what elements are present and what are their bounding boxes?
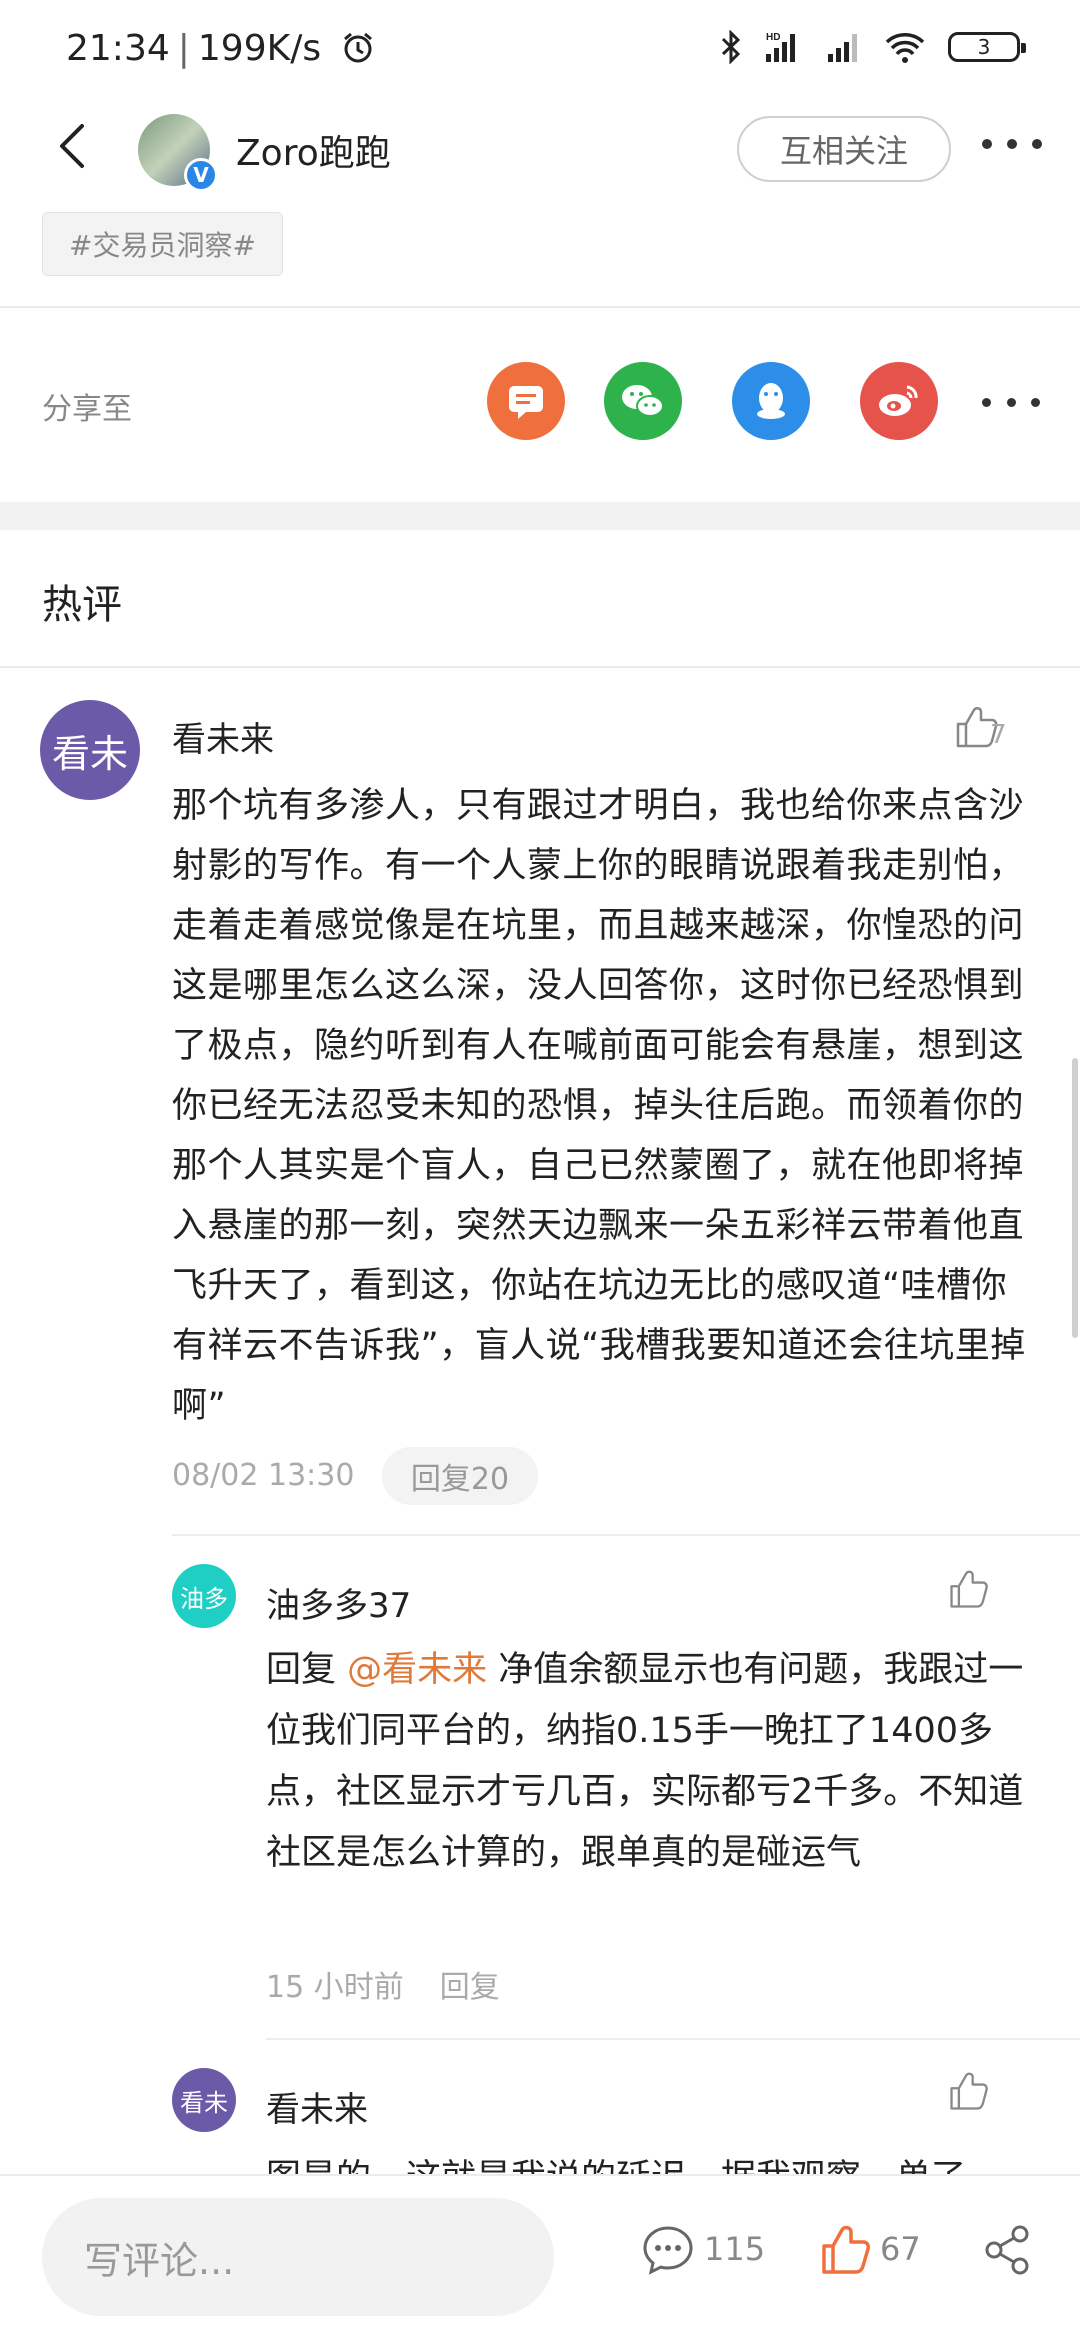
- commenter-avatar[interactable]: 看未: [40, 700, 140, 800]
- reply-meta: 15 小时前 回复: [266, 1962, 500, 2006]
- divider: [0, 306, 1080, 308]
- comment-count: 115: [704, 2230, 766, 2268]
- comment-input[interactable]: 写评论...: [42, 2198, 554, 2316]
- more-options-icon[interactable]: [982, 124, 1042, 164]
- status-time: 21:34: [66, 28, 170, 69]
- author-name[interactable]: Zoro跑跑: [236, 124, 391, 176]
- reply-author[interactable]: 看未来: [266, 2082, 368, 2131]
- reply-avatar[interactable]: 油多: [172, 1564, 236, 1628]
- battery-level: 3: [977, 35, 991, 59]
- reply-body-partial: 图是的，这就是我说的延迟，据我观察，单了: [266, 2148, 1036, 2174]
- commenter-name[interactable]: 看未来: [172, 712, 274, 761]
- like-icon[interactable]: [818, 2222, 874, 2278]
- wifi-icon: [885, 33, 925, 63]
- alarm-icon: [343, 32, 372, 63]
- share-label: 分享至: [42, 392, 132, 427]
- status-separator: |: [177, 28, 190, 69]
- thumbs-up-icon[interactable]: [946, 1566, 992, 1612]
- reply-prefix: 回复: [266, 1650, 348, 1690]
- share-wechat-icon[interactable]: [604, 362, 682, 440]
- status-net-speed: 199K/s: [197, 28, 322, 69]
- like-count: 67: [880, 2230, 921, 2268]
- mutual-follow-button[interactable]: 互相关注: [737, 116, 951, 182]
- back-arrow-icon[interactable]: [44, 116, 104, 176]
- divider: [266, 2038, 1080, 2040]
- scrollbar[interactable]: [1072, 1058, 1078, 1338]
- verified-badge-icon: V: [184, 158, 218, 192]
- comment-like-count: 7: [990, 720, 1007, 750]
- bottom-action-bar: 写评论... 115 67: [0, 2174, 1080, 2340]
- comment-time: 08/02 13:30: [172, 1458, 355, 1493]
- status-bar-left: 21:34 | 199K/s: [66, 28, 375, 69]
- thumbs-up-icon[interactable]: [946, 2068, 992, 2114]
- status-bar-right: HD 3: [720, 30, 1026, 64]
- status-bar: 21:34 | 199K/s HD 3: [0, 0, 1080, 100]
- battery-indicator: 3: [948, 32, 1026, 62]
- hot-comments-title: 热评: [42, 582, 122, 628]
- comment-icon[interactable]: [640, 2222, 696, 2278]
- reply-body: 回复 @看未来 净值余额显示也有问题，我跟过一位我们同平台的，纳指0.15手一晚…: [266, 1640, 1036, 1884]
- reply-author[interactable]: 油多多37: [266, 1578, 411, 1627]
- mention-link[interactable]: @看未来: [347, 1650, 487, 1690]
- share-icon[interactable]: [980, 2222, 1036, 2278]
- svg-text:HD: HD: [766, 32, 780, 43]
- signal-icon: [828, 34, 857, 62]
- comment-body: 那个坑有多渗人，只有跟过才明白，我也给你来点含沙射影的写作。有一个人蒙上你的眼睛…: [172, 786, 1026, 1426]
- header: V Zoro跑跑 互相关注: [0, 100, 1080, 200]
- share-qq-icon[interactable]: [732, 362, 810, 440]
- reply-time: 15 小时前: [266, 1970, 404, 2005]
- divider: [0, 666, 1080, 668]
- section-separator: [0, 502, 1080, 530]
- share-more-icon[interactable]: [982, 392, 1040, 412]
- bluetooth-icon: [721, 30, 741, 64]
- share-weibo-icon[interactable]: [860, 362, 938, 440]
- share-message-icon[interactable]: [487, 362, 565, 440]
- view-replies-button[interactable]: 回复20: [382, 1447, 538, 1505]
- reply-avatar[interactable]: 看未: [172, 2068, 236, 2132]
- divider: [172, 1534, 1080, 1536]
- author-avatar[interactable]: V: [138, 114, 218, 192]
- signal-hd-icon: HD: [766, 32, 795, 62]
- topic-tag[interactable]: #交易员洞察#: [42, 212, 283, 276]
- reply-button[interactable]: 回复: [440, 1970, 500, 2005]
